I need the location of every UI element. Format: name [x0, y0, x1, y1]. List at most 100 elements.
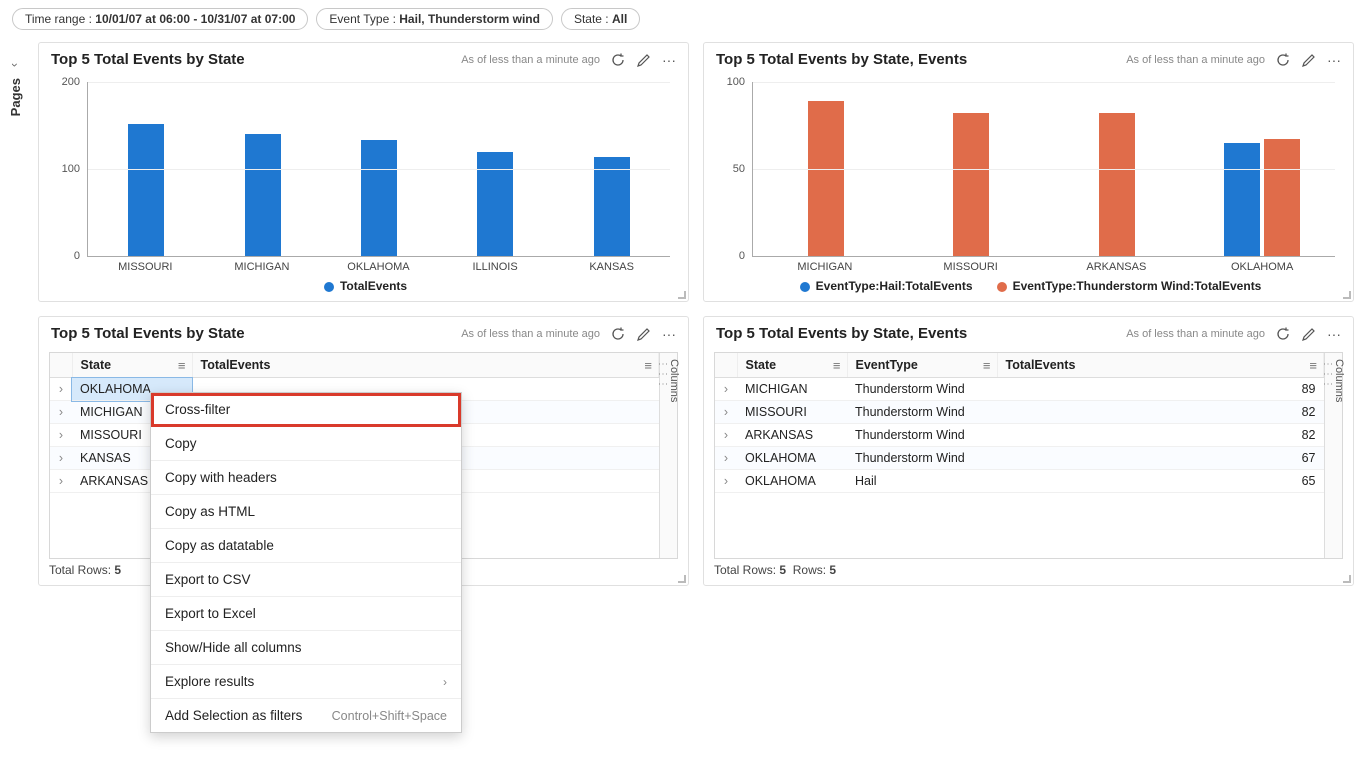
- table-row[interactable]: ›MICHIGANThunderstorm Wind89: [715, 378, 1324, 401]
- resize-handle[interactable]: [678, 575, 686, 583]
- cell-event[interactable]: Thunderstorm Wind: [847, 401, 997, 424]
- col-header-total[interactable]: TotalEvents≡: [997, 353, 1324, 378]
- cell-state[interactable]: MISSOURI: [737, 401, 847, 424]
- col-header-state[interactable]: State≡: [737, 353, 847, 378]
- cell-event[interactable]: Thunderstorm Wind: [847, 378, 997, 401]
- bar[interactable]: [245, 134, 281, 256]
- expand-row-icon[interactable]: ›: [715, 470, 737, 493]
- tile-title: Top 5 Total Events by State: [51, 325, 245, 342]
- bar[interactable]: [808, 101, 844, 256]
- menu-cross-filter[interactable]: Cross-filter: [151, 393, 461, 427]
- table-row[interactable]: ›ARKANSASThunderstorm Wind82: [715, 424, 1324, 447]
- x-axis-label: ARKANSAS: [1044, 261, 1190, 273]
- edit-icon[interactable]: [636, 52, 652, 68]
- resize-handle[interactable]: [678, 291, 686, 299]
- columns-panel-toggle[interactable]: ⋮⋮⋮Columns: [1324, 353, 1342, 558]
- chart-area[interactable]: 050100 MICHIGANMISSOURIARKANSASOKLAHOMA …: [704, 72, 1353, 301]
- menu-showhide-columns[interactable]: Show/Hide all columns: [151, 631, 461, 665]
- refresh-icon[interactable]: [1275, 326, 1291, 342]
- col-header-event[interactable]: EventType≡: [847, 353, 997, 378]
- chart-area[interactable]: 0100200 MISSOURIMICHIGANOKLAHOMAILLINOIS…: [39, 72, 688, 301]
- refresh-icon[interactable]: [610, 326, 626, 342]
- bar[interactable]: [477, 152, 513, 256]
- tile-title: Top 5 Total Events by State: [51, 51, 245, 68]
- expand-row-icon[interactable]: ›: [715, 401, 737, 424]
- x-axis-label: MISSOURI: [87, 261, 204, 273]
- col-header-state[interactable]: State≡: [72, 353, 192, 378]
- more-icon[interactable]: ···: [1327, 52, 1341, 68]
- cell-total[interactable]: 82: [997, 424, 1324, 447]
- cell-state[interactable]: MICHIGAN: [737, 378, 847, 401]
- menu-copy-html[interactable]: Copy as HTML: [151, 495, 461, 529]
- refresh-icon[interactable]: [610, 52, 626, 68]
- edit-icon[interactable]: [636, 326, 652, 342]
- legend-label: TotalEvents: [340, 279, 407, 293]
- expand-row-icon[interactable]: ›: [715, 447, 737, 470]
- cell-state[interactable]: ARKANSAS: [737, 424, 847, 447]
- edit-icon[interactable]: [1301, 326, 1317, 342]
- column-menu-icon[interactable]: ≡: [983, 358, 991, 373]
- edit-icon[interactable]: [1301, 52, 1317, 68]
- cell-event[interactable]: Thunderstorm Wind: [847, 424, 997, 447]
- columns-panel-toggle[interactable]: ⋮⋮⋮Columns: [659, 353, 677, 558]
- cell-total[interactable]: 67: [997, 447, 1324, 470]
- filter-time-range[interactable]: Time range : 10/01/07 at 06:00 - 10/31/0…: [12, 8, 308, 30]
- table-row[interactable]: ›OKLAHOMAThunderstorm Wind67: [715, 447, 1324, 470]
- chevron-right-icon: ›: [8, 63, 22, 67]
- tile-title: Top 5 Total Events by State, Events: [716, 325, 967, 342]
- expand-row-icon[interactable]: ›: [715, 378, 737, 401]
- expand-row-icon[interactable]: ›: [50, 401, 72, 424]
- menu-copy[interactable]: Copy: [151, 427, 461, 461]
- expand-row-icon[interactable]: ›: [50, 424, 72, 447]
- pages-pane-toggle[interactable]: › Pages: [0, 38, 30, 760]
- tile-timestamp: As of less than a minute ago: [461, 328, 600, 340]
- cell-total[interactable]: 82: [997, 401, 1324, 424]
- expand-row-icon[interactable]: ›: [50, 378, 72, 401]
- column-menu-icon[interactable]: ≡: [644, 358, 652, 373]
- more-icon[interactable]: ···: [662, 52, 676, 68]
- table-footer: Total Rows: 5 Rows: 5: [714, 563, 1343, 577]
- more-icon[interactable]: ···: [662, 326, 676, 342]
- expand-row-icon[interactable]: ›: [50, 447, 72, 470]
- filter-state[interactable]: State : All: [561, 8, 640, 30]
- tile-timestamp: As of less than a minute ago: [1126, 54, 1265, 66]
- x-axis-label: MICHIGAN: [204, 261, 321, 273]
- column-menu-icon[interactable]: ≡: [1309, 358, 1317, 373]
- resize-handle[interactable]: [1343, 291, 1351, 299]
- menu-explore-results[interactable]: Explore results›: [151, 665, 461, 699]
- cell-state[interactable]: OKLAHOMA: [737, 447, 847, 470]
- bar[interactable]: [361, 140, 397, 256]
- x-axis-label: OKLAHOMA: [320, 261, 437, 273]
- menu-add-selection-filters[interactable]: Add Selection as filtersControl+Shift+Sp…: [151, 699, 461, 732]
- cell-state[interactable]: OKLAHOMA: [737, 470, 847, 493]
- menu-copy-datatable[interactable]: Copy as datatable: [151, 529, 461, 563]
- bar[interactable]: [594, 157, 630, 256]
- cell-total[interactable]: 65: [997, 470, 1324, 493]
- refresh-icon[interactable]: [1275, 52, 1291, 68]
- pages-label: Pages: [8, 78, 23, 116]
- col-header-total[interactable]: TotalEvents≡: [192, 353, 659, 378]
- column-menu-icon[interactable]: ≡: [833, 358, 841, 373]
- cell-total[interactable]: 89: [997, 378, 1324, 401]
- expand-row-icon[interactable]: ›: [715, 424, 737, 447]
- menu-export-csv[interactable]: Export to CSV: [151, 563, 461, 597]
- cell-event[interactable]: Hail: [847, 470, 997, 493]
- bar[interactable]: [128, 124, 164, 256]
- menu-copy-headers[interactable]: Copy with headers: [151, 461, 461, 495]
- data-table[interactable]: State≡ EventType≡ TotalEvents≡ ›MICHIGAN…: [715, 353, 1324, 493]
- bar[interactable]: [1264, 139, 1300, 256]
- context-menu: Cross-filter Copy Copy with headers Copy…: [150, 392, 462, 733]
- expand-row-icon[interactable]: ›: [50, 470, 72, 493]
- resize-handle[interactable]: [1343, 575, 1351, 583]
- bar[interactable]: [1099, 113, 1135, 256]
- bar[interactable]: [1224, 143, 1260, 256]
- filter-event-type[interactable]: Event Type : Hail, Thunderstorm wind: [316, 8, 553, 30]
- more-icon[interactable]: ···: [1327, 326, 1341, 342]
- cell-event[interactable]: Thunderstorm Wind: [847, 447, 997, 470]
- column-menu-icon[interactable]: ≡: [178, 358, 186, 373]
- x-axis-label: MISSOURI: [898, 261, 1044, 273]
- menu-export-excel[interactable]: Export to Excel: [151, 597, 461, 631]
- table-row[interactable]: ›OKLAHOMAHail65: [715, 470, 1324, 493]
- table-row[interactable]: ›MISSOURIThunderstorm Wind82: [715, 401, 1324, 424]
- bar[interactable]: [953, 113, 989, 256]
